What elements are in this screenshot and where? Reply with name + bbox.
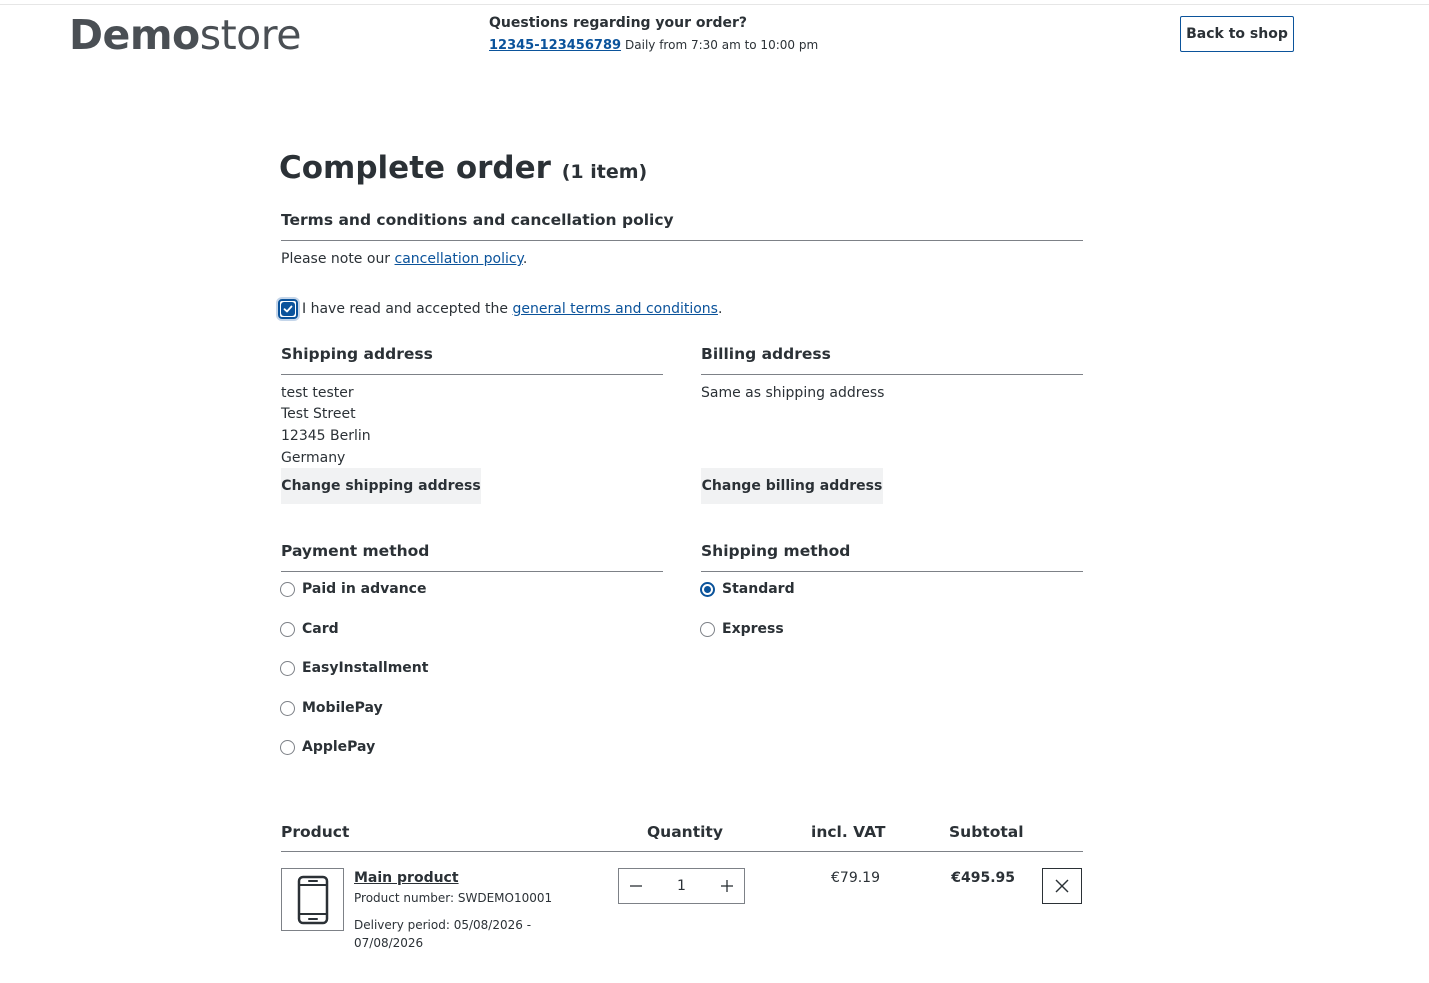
product-image[interactable] — [281, 868, 344, 931]
minus-icon[interactable] — [619, 869, 653, 903]
payment-method-title: Payment method — [281, 542, 430, 560]
shipping-method-divider — [701, 571, 1083, 572]
top-border — [0, 4, 1429, 5]
plus-icon[interactable] — [710, 869, 744, 903]
payment-option-applepay[interactable]: ApplePay — [280, 739, 375, 755]
cart-header-divider — [281, 851, 1083, 852]
address-name: test tester — [281, 385, 354, 401]
contact-line: 12345-123456789 Daily from 7:30 am to 10:… — [489, 37, 818, 54]
radio-button[interactable] — [280, 660, 295, 676]
address-city: 12345 Berlin — [281, 428, 371, 444]
back-to-shop-button[interactable]: Back to shop — [1180, 16, 1294, 52]
contact-title: Questions regarding your order? — [489, 15, 747, 31]
address-street: Test Street — [281, 406, 356, 422]
quantity-value[interactable]: 1 — [653, 878, 710, 894]
payment-option-easyinstallment[interactable]: EasyInstallment — [280, 660, 428, 676]
shipping-option-express[interactable]: Express — [700, 621, 784, 637]
quantity-stepper[interactable]: 1 — [618, 868, 745, 904]
store-logo[interactable]: Demostore — [69, 13, 301, 57]
terms-checkbox-label: I have read and accepted the general ter… — [302, 301, 723, 317]
delivery-period-end: 07/08/2026 — [354, 936, 424, 950]
radio-button[interactable] — [700, 621, 715, 637]
column-header-quantity: Quantity — [647, 823, 723, 841]
check-icon — [281, 302, 295, 316]
terms-divider — [281, 240, 1083, 241]
page-title: Complete order (1 item) — [279, 150, 648, 186]
unit-price: €79.19 — [831, 870, 880, 886]
phone-link[interactable]: 12345-123456789 — [489, 38, 621, 53]
cancellation-policy-link[interactable]: cancellation policy — [395, 251, 523, 267]
radio-button[interactable] — [280, 739, 295, 755]
payment-option-mobilepay[interactable]: MobilePay — [280, 700, 383, 716]
product-name-link[interactable]: Main product — [354, 870, 459, 886]
contact-info: Questions regarding your order? 12345-12… — [489, 14, 818, 54]
shipping-address-title: Shipping address — [281, 345, 433, 363]
radio-button[interactable] — [280, 700, 295, 716]
smartphone-icon — [297, 875, 328, 924]
address-country: Germany — [281, 450, 346, 466]
close-icon — [1055, 879, 1069, 893]
payment-method-divider — [281, 571, 663, 572]
line-subtotal: €495.95 — [951, 870, 1015, 886]
column-header-subtotal: Subtotal — [949, 823, 1024, 841]
delivery-period: Delivery period: 05/08/2026 - — [354, 918, 532, 932]
radio-button[interactable] — [280, 581, 295, 597]
terms-section-title: Terms and conditions and cancellation po… — [281, 211, 674, 229]
radio-button[interactable] — [280, 621, 295, 637]
billing-same-text: Same as shipping address — [701, 385, 885, 401]
general-terms-link[interactable]: general terms and conditions — [513, 301, 718, 317]
product-number: Product number: SWDEMO10001 — [354, 891, 553, 905]
change-shipping-address-button[interactable]: Change shipping address — [281, 468, 481, 504]
radio-button-selected[interactable] — [700, 581, 715, 597]
payment-option-card[interactable]: Card — [280, 621, 339, 637]
terms-checkbox[interactable] — [278, 299, 298, 319]
column-header-unit-price: incl. VAT — [811, 823, 886, 841]
change-billing-address-button[interactable]: Change billing address — [701, 468, 883, 504]
remove-item-button[interactable] — [1042, 868, 1082, 904]
shipping-method-title: Shipping method — [701, 542, 851, 560]
shipping-address-divider — [281, 374, 663, 375]
billing-address-title: Billing address — [701, 345, 831, 363]
cancellation-note: Please note our cancellation policy. — [281, 251, 528, 267]
payment-option-paid-in-advance[interactable]: Paid in advance — [280, 581, 426, 597]
column-header-product: Product — [281, 823, 350, 841]
service-hours: Daily from 7:30 am to 10:00 pm — [625, 38, 819, 52]
shipping-option-standard[interactable]: Standard — [700, 581, 795, 597]
item-count: (1 item) — [561, 161, 648, 183]
billing-address-divider — [701, 374, 1083, 375]
